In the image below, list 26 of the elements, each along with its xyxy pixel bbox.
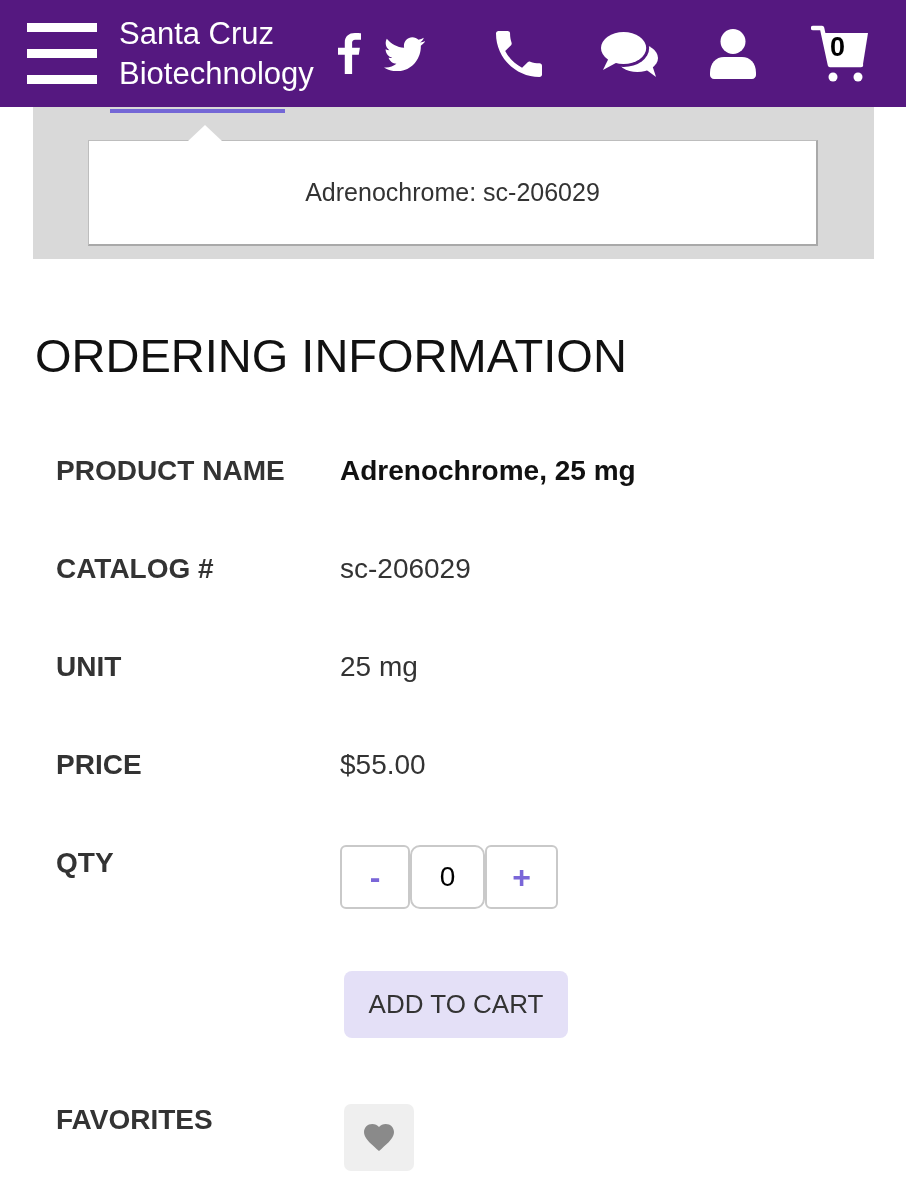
facebook-icon[interactable] bbox=[338, 33, 361, 74]
menu-icon[interactable] bbox=[27, 23, 97, 84]
brand-name[interactable]: Santa Cruz Biotechnology bbox=[119, 13, 329, 94]
cart-icon[interactable] bbox=[811, 24, 869, 83]
user-icon[interactable] bbox=[710, 28, 756, 79]
field-label: UNIT bbox=[56, 650, 123, 684]
popover-text: Adrenochrome: sc-206029 bbox=[305, 176, 600, 208]
field-value: 25 mg bbox=[340, 650, 418, 684]
phone-icon[interactable] bbox=[496, 30, 542, 77]
field-label: FAVORITES bbox=[56, 1103, 214, 1137]
chat-icon[interactable] bbox=[600, 30, 659, 77]
field-label: PRICE bbox=[56, 748, 143, 782]
bird-icon[interactable] bbox=[384, 36, 425, 71]
field-value: sc-206029 bbox=[340, 552, 471, 586]
section-heading: ORDERING INFORMATION bbox=[35, 328, 628, 384]
field-value: $55.00 bbox=[340, 748, 426, 782]
add-to-cart-button[interactable]: ADD TO CART bbox=[344, 971, 568, 1038]
decrement-button[interactable]: - bbox=[340, 845, 410, 909]
increment-button[interactable]: + bbox=[485, 845, 558, 909]
quantity-field[interactable]: 0 bbox=[410, 845, 485, 909]
field-label: PRODUCT NAME bbox=[56, 454, 286, 488]
cart-count: 0 bbox=[830, 33, 846, 61]
field-label: CATALOG # bbox=[56, 552, 215, 586]
product-name: Adrenochrome, 25 mg bbox=[340, 454, 636, 488]
favorite-button[interactable] bbox=[344, 1104, 414, 1171]
field-label: QTY bbox=[56, 846, 115, 880]
